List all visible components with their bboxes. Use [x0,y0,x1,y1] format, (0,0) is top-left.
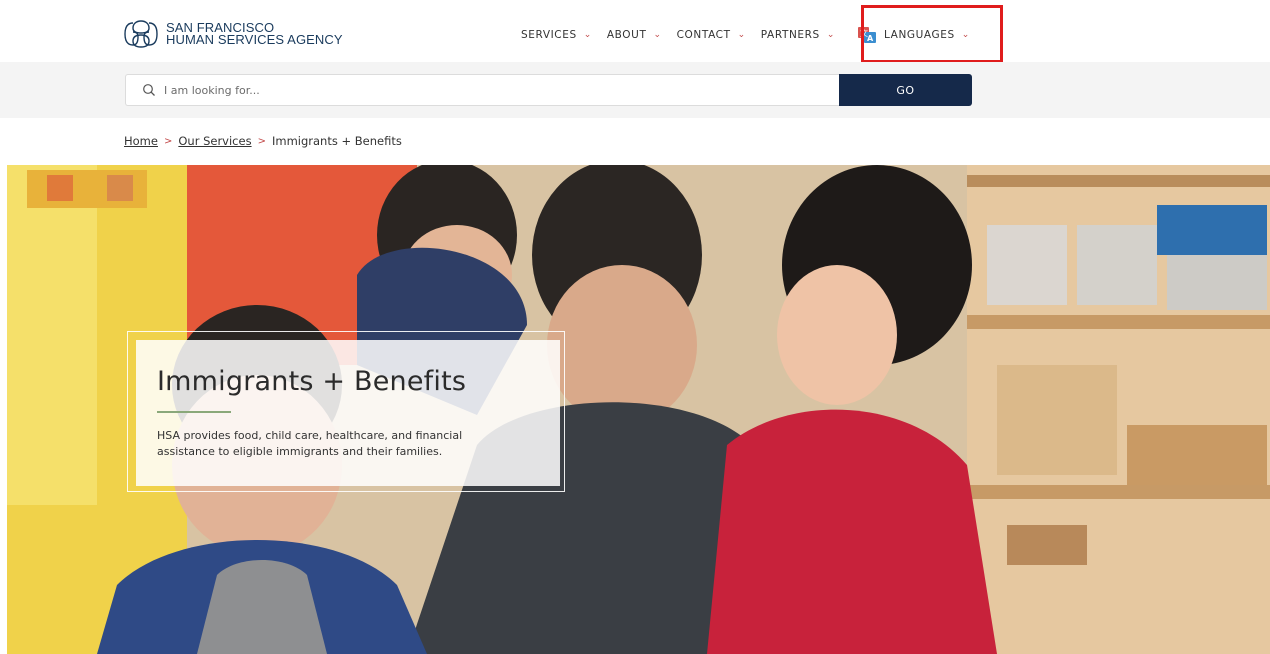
nav-item-label: SERVICES [521,29,577,41]
chevron-down-icon: ⌄ [737,30,746,40]
logo-link[interactable]: SAN FRANCISCO HUMAN SERVICES AGENCY [124,19,343,49]
nav-item-services[interactable]: SERVICES ⌄ [521,29,592,41]
title-divider [157,411,231,413]
breadcrumb-home-link[interactable]: Home [124,134,158,148]
highlight-box [861,5,1003,63]
hero-description: HSA provides food, child care, healthcar… [157,429,463,458]
search-input[interactable] [164,76,764,104]
nav-item-contact[interactable]: CONTACT ⌄ [677,29,746,41]
search-icon [143,84,155,96]
hero-card-content: Immigrants + Benefits HSA provides food,… [136,340,560,486]
nav-item-label: CONTACT [676,29,731,41]
logo-line-2: HUMAN SERVICES AGENCY [166,32,343,47]
hero-banner: Immigrants + Benefits HSA provides food,… [7,165,1270,654]
breadcrumb-current: Immigrants + Benefits [271,134,402,148]
hero-card: Immigrants + Benefits HSA provides food,… [127,331,565,492]
logo-text: SAN FRANCISCO HUMAN SERVICES AGENCY [166,21,343,47]
nav-item-partners[interactable]: PARTNERS ⌄ [761,29,835,41]
page-title: Immigrants + Benefits [157,366,467,397]
breadcrumb-services-link[interactable]: Our Services [178,134,251,148]
nav-item-label: PARTNERS [760,29,820,41]
breadcrumb: Home > Our Services > Immigrants + Benef… [124,134,402,148]
chevron-down-icon: ⌄ [583,30,592,40]
chevron-down-icon: ⌄ [826,30,835,40]
nav-item-label: ABOUT [606,29,647,41]
nav-item-about[interactable]: ABOUT ⌄ [607,29,662,41]
logo-mark-icon [124,20,158,48]
search-go-button[interactable]: GO [839,74,972,106]
site-header: SAN FRANCISCO HUMAN SERVICES AGENCY SERV… [0,0,1270,62]
search-field[interactable] [125,74,839,106]
breadcrumb-separator: > [163,135,173,147]
chevron-down-icon: ⌄ [653,30,662,40]
breadcrumb-separator: > [257,135,266,147]
search-bar: GO [0,62,1270,118]
